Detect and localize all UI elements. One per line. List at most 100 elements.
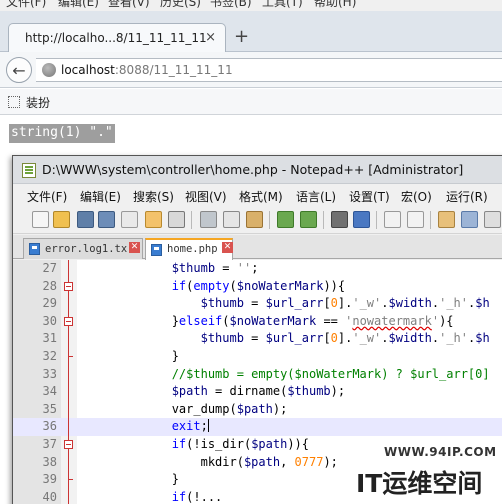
code-text: $path = dirname($thumb); — [171, 384, 346, 399]
npp-menu-language[interactable]: 语言(L) — [296, 188, 336, 205]
line-number: 27 — [42, 261, 57, 275]
globe-icon — [42, 63, 56, 77]
open-file-icon[interactable] — [53, 211, 70, 228]
tab-label: home.php — [167, 243, 218, 255]
show-all-chars-icon[interactable] — [484, 211, 501, 228]
copy-icon[interactable] — [223, 211, 240, 228]
fold-toggle-icon[interactable] — [64, 440, 73, 449]
code-line[interactable]: 27 $thumb = ''; — [13, 260, 502, 278]
new-tab-button[interactable]: + — [234, 28, 249, 46]
code-line[interactable]: 33 //$thumb = empty($noWaterMark) ? $url… — [13, 366, 502, 384]
fold-toggle-icon[interactable] — [64, 316, 73, 326]
toolbar-separator — [376, 211, 377, 229]
address-bar[interactable]: localhost:8088/11_11_11_11 — [36, 58, 502, 82]
browser-tab[interactable]: http://localho...8/11_11_11_11 × — [8, 23, 226, 52]
code-line[interactable]: 31 $thumb = $url_arr[0].'_w'.$width.'_h'… — [13, 330, 502, 348]
line-number: 40 — [42, 489, 57, 504]
code-text: if(empty($noWaterMark)){ — [171, 278, 346, 293]
line-number: 39 — [42, 472, 57, 487]
tab-home-php[interactable]: home.php ✕ — [145, 238, 233, 260]
save-all-icon[interactable] — [98, 211, 115, 228]
line-number: 31 — [42, 331, 57, 346]
watermark: WWW.94IP.COM IT运维空间 — [354, 440, 502, 504]
notepad-title: D:\WWW\system\controller\home.php - Note… — [42, 162, 464, 177]
browser-menu-history[interactable]: 历史(S) — [160, 0, 201, 10]
browser-tabstrip: http://localho...8/11_11_11_11 × + — [0, 11, 502, 52]
code-line[interactable]: 34 $path = dirname($thumb); — [13, 383, 502, 401]
fold-end-marker — [68, 479, 73, 481]
npp-menu-format[interactable]: 格式(M) — [239, 188, 283, 205]
fold-toggle-icon[interactable] — [64, 281, 73, 291]
line-number: 36 — [42, 419, 57, 434]
word-wrap-icon[interactable] — [461, 211, 478, 228]
code-line[interactable]: 29 $thumb = $url_arr[0].'_w'.$width.'_h'… — [13, 295, 502, 313]
fold-line — [68, 260, 69, 504]
zoom-in-icon[interactable] — [384, 211, 401, 228]
undo-icon[interactable] — [277, 211, 294, 228]
npp-menu-file[interactable]: 文件(F) — [27, 188, 67, 205]
npp-menu-view[interactable]: 视图(V) — [185, 188, 227, 205]
browser-menu-tools[interactable]: 工具(T) — [262, 0, 303, 10]
code-line[interactable]: 35 var_dump($path); — [13, 401, 502, 419]
text-caret — [207, 419, 209, 433]
code-text: if(!... — [171, 489, 223, 504]
back-button[interactable]: ← — [6, 57, 32, 83]
code-text: //$thumb = empty($noWaterMark) ? $url_ar… — [171, 366, 490, 381]
line-number: 35 — [42, 401, 57, 416]
tab-error-log[interactable]: error.log1.tx ✕ — [23, 238, 143, 259]
zoom-out-icon[interactable] — [407, 211, 424, 228]
url-host: localhost — [61, 63, 115, 77]
paste-icon[interactable] — [246, 211, 263, 228]
code-text: var_dump($path); — [85, 401, 288, 416]
code-line[interactable]: 36 exit; — [13, 418, 502, 436]
browser-menu-help[interactable]: 帮助(H) — [314, 0, 356, 10]
npp-menu-search[interactable]: 搜索(S) — [133, 188, 174, 205]
line-number: 32 — [42, 349, 57, 363]
watermark-text: IT运维空间 — [356, 469, 483, 498]
code-text: $thumb = $url_arr[0].'_w'.$width.'_h'.$h — [200, 331, 490, 346]
line-number: 38 — [42, 454, 57, 469]
toolbar-separator — [430, 211, 431, 229]
line-number: 29 — [42, 296, 57, 311]
close-icon[interactable]: ✕ — [129, 242, 140, 253]
browser-menu-bookmarks[interactable]: 书签(B) — [210, 0, 252, 10]
find-icon[interactable] — [331, 211, 348, 228]
close-icon[interactable]: ✕ — [222, 242, 233, 253]
code-text: $thumb = ''; — [171, 261, 259, 275]
npp-menu-run[interactable]: 运行(R) — [446, 188, 488, 205]
close-icon[interactable]: × — [205, 30, 216, 45]
save-icon[interactable] — [77, 211, 94, 228]
npp-menu-edit[interactable]: 编辑(E) — [80, 188, 121, 205]
toolbar-separator — [269, 211, 270, 229]
npp-menu-settings[interactable]: 设置(T) — [349, 188, 390, 205]
code-text: exit; — [171, 419, 209, 434]
npp-menu-macro[interactable]: 宏(O) — [401, 188, 432, 205]
browser-menu-edit[interactable]: 编辑(E) — [58, 0, 99, 10]
print-icon[interactable] — [168, 211, 185, 228]
bookmark-icon — [8, 96, 20, 108]
replace-icon[interactable] — [353, 211, 370, 228]
watermark-url: WWW.94IP.COM — [384, 445, 497, 459]
code-text: }elseif($noWaterMark == 'nowatermark'){ — [85, 313, 454, 328]
file-icon — [151, 244, 162, 256]
line-number: 37 — [42, 437, 57, 451]
browser-tab-title: http://localho...8/11_11_11_11 — [25, 31, 207, 45]
code-line[interactable]: 28 if(empty($noWaterMark)){ — [13, 278, 502, 296]
toolbar-separator — [323, 211, 324, 229]
cut-icon[interactable] — [200, 211, 217, 228]
notepad-titlebar: D:\WWW\system\controller\home.php - Note… — [13, 156, 502, 184]
bookmark-item[interactable]: 装扮 — [26, 94, 50, 111]
code-text: $thumb = $url_arr[0].'_w'.$width.'_h'.$h — [200, 296, 490, 311]
code-line[interactable]: 32 } — [13, 348, 502, 366]
sync-scroll-icon[interactable] — [438, 211, 455, 228]
redo-icon[interactable] — [300, 211, 317, 228]
close-all-icon[interactable] — [145, 211, 162, 228]
new-file-icon[interactable] — [32, 211, 49, 228]
code-line[interactable]: 30 }elseif($noWaterMark == 'nowatermark'… — [13, 313, 502, 331]
tab-label: error.log1.tx — [45, 243, 128, 255]
browser-menu-file[interactable]: 文件(F) — [6, 0, 46, 10]
toolbar-separator — [191, 211, 192, 229]
close-file-icon[interactable] — [121, 211, 138, 228]
notepad-app-icon — [22, 163, 36, 178]
browser-menu-view[interactable]: 查看(V) — [108, 0, 150, 10]
